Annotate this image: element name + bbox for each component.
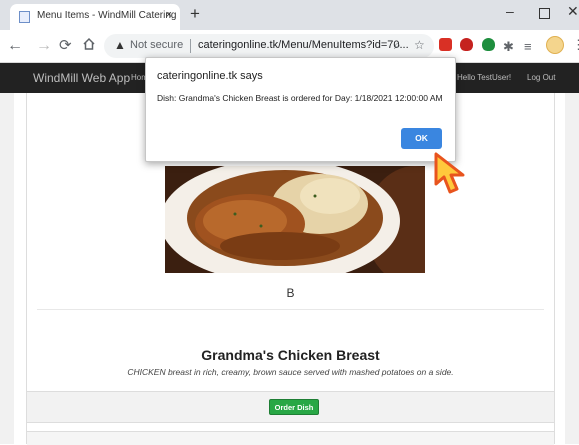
profile-avatar[interactable] [546,36,564,54]
home-icon[interactable] [82,37,96,56]
dialog-message: Dish: Grandma's Chicken Breast is ordere… [157,93,443,103]
dish-photo [165,166,425,273]
window-minimize-button[interactable]: – [506,3,514,19]
page-favicon-icon [19,11,30,23]
window-close-button[interactable]: ✕ [567,3,579,20]
extensions-puzzle-icon[interactable]: ✱ [503,38,514,56]
address-bar[interactable]: ▲ Not secure cateringonline.tk/Menu/Menu… [104,34,434,58]
alert-dialog: cateringonline.tk says Dish: Grandma's C… [145,57,456,162]
security-label[interactable]: Not secure [130,39,183,51]
tab-title: Menu Items - WindMill Catering [37,10,177,21]
back-arrow-icon[interactable]: ← [7,37,23,55]
mouse-pointer-icon [434,152,465,194]
extension-shield-icon[interactable] [460,38,473,51]
extension-red-icon[interactable] [439,38,452,51]
brand-link[interactable]: WindMill Web App [33,71,130,85]
dialog-title: cateringonline.tk says [157,70,263,82]
dish-rating: B [286,286,295,300]
dish-description: CHICKEN breast in rich, creamy, brown sa… [127,367,454,377]
tab-close-icon[interactable]: × [166,9,172,21]
ok-button[interactable]: OK [401,128,442,149]
url-text[interactable]: cateringonline.tk/Menu/MenuItems?id=70..… [198,39,409,51]
order-dish-button[interactable]: Order Dish [269,399,319,415]
extension-green-icon[interactable] [482,38,495,51]
reload-icon[interactable]: ⟳ [59,37,72,55]
forward-arrow-icon[interactable]: → [36,37,52,55]
browser-tab-bar: Menu Items - WindMill Catering × + – ✕ [0,0,579,30]
right-gutter [565,93,579,444]
zoom-icon[interactable]: ⌕ [394,38,401,53]
omnibox-separator [190,39,191,53]
divider [37,309,544,310]
window-maximize-button[interactable] [539,8,550,19]
new-tab-button[interactable]: + [190,4,200,24]
dish-name: Grandma's Chicken Breast [201,347,380,363]
nav-logout-link[interactable]: Log Out [527,73,555,82]
more-icon[interactable]: ⋮ [572,37,579,53]
nav-user-greeting[interactable]: Hello TestUser! [457,73,511,82]
left-gutter [0,93,14,444]
star-icon[interactable]: ☆ [414,38,425,52]
card-footer: Order Dish [27,391,554,423]
browser-tab[interactable]: Menu Items - WindMill Catering × [10,4,180,30]
next-card-strip [27,431,554,445]
warning-icon[interactable]: ▲ [114,38,126,52]
reading-list-icon[interactable]: ≡ [524,38,532,56]
